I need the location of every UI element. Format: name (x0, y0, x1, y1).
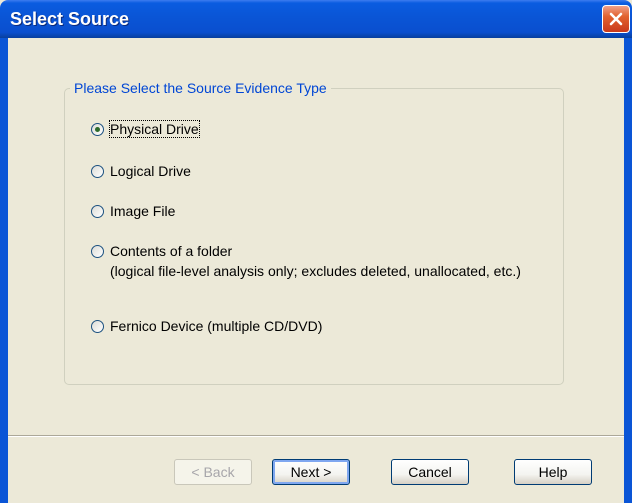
radio-icon[interactable] (91, 164, 104, 178)
button-separator-highlight (8, 436, 624, 437)
radio-icon[interactable] (91, 204, 104, 218)
option-label: Fernico Device (multiple CD/DVD) (110, 318, 323, 334)
group-legend: Please Select the Source Evidence Type (70, 80, 331, 96)
radio-selected-icon[interactable] (91, 122, 104, 136)
next-button[interactable]: Next > (272, 459, 350, 485)
close-button[interactable] (602, 5, 630, 33)
help-button[interactable]: Help (514, 459, 592, 485)
folder-option-note: (logical file-level analysis only; exclu… (110, 263, 521, 279)
option-image-file[interactable]: Image File (91, 203, 175, 219)
window-frame-right (624, 38, 632, 503)
option-label: Logical Drive (110, 163, 191, 179)
radio-icon[interactable] (91, 244, 104, 258)
option-fernico-device[interactable]: Fernico Device (multiple CD/DVD) (91, 318, 322, 334)
option-label: Contents of a folder (110, 243, 233, 259)
close-icon (609, 12, 623, 26)
cancel-button[interactable]: Cancel (391, 459, 469, 485)
option-physical-drive[interactable]: Physical Drive (91, 120, 200, 138)
option-contents-of-folder[interactable]: Contents of a folder (91, 243, 232, 259)
option-label: Image File (110, 203, 176, 219)
back-button[interactable]: < Back (174, 459, 252, 485)
window-frame-left (0, 38, 8, 503)
window-title: Select Source (10, 9, 130, 29)
title-bar: Select Source (0, 0, 632, 38)
option-logical-drive[interactable]: Logical Drive (91, 163, 191, 179)
option-label: Physical Drive (109, 120, 200, 138)
radio-icon[interactable] (91, 319, 104, 333)
